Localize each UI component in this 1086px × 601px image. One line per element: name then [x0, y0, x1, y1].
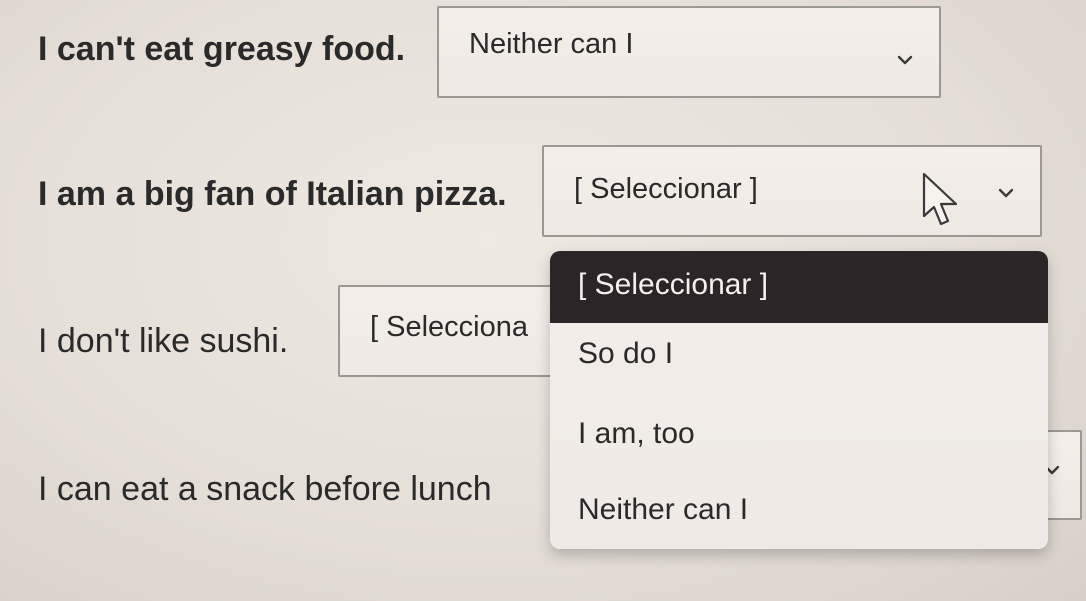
question-3-select-value: [ Selecciona [370, 311, 528, 343]
question-1-select[interactable]: Neither can I [437, 6, 941, 98]
dropdown-menu: [ Seleccionar ] So do I I am, too Neithe… [550, 251, 1048, 549]
chevron-down-icon [897, 55, 913, 65]
dropdown-option-i-am-too[interactable]: I am, too [550, 417, 1048, 451]
question-3-label: I don't like sushi. [38, 322, 289, 360]
dropdown-option-so-do-i[interactable]: So do I [550, 337, 1048, 371]
question-4-label: I can eat a snack before lunch [38, 470, 492, 508]
question-3-select[interactable]: [ Selecciona [338, 285, 578, 377]
question-1-label: I can't eat greasy food. [38, 30, 406, 68]
dropdown-option-neither-can-i[interactable]: Neither can I [550, 493, 1048, 527]
question-2-select-value: [ Seleccionar ] [574, 173, 758, 205]
question-2-label: I am a big fan of Italian pizza. [38, 175, 507, 213]
dropdown-option-seleccionar[interactable]: [ Seleccionar ] [550, 251, 1048, 323]
question-1-select-value: Neither can I [469, 28, 634, 60]
chevron-down-icon [998, 188, 1014, 198]
mouse-pointer-icon [922, 172, 958, 226]
